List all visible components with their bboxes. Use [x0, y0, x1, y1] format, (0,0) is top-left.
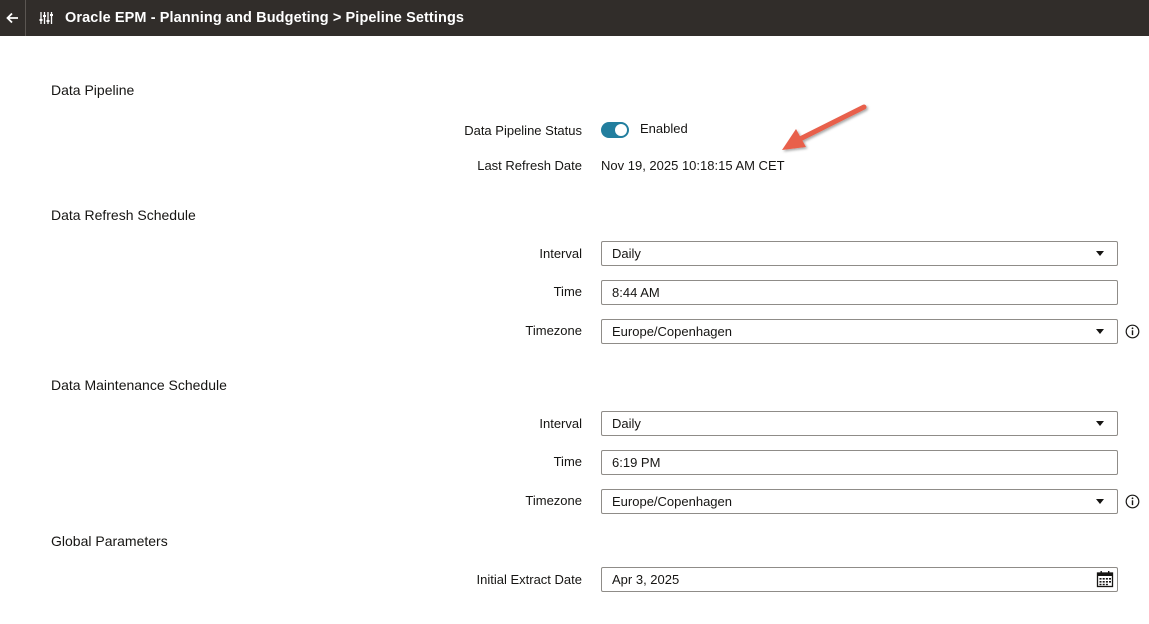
refresh-time-value: 8:44 AM: [612, 285, 660, 300]
top-bar: Oracle EPM - Planning and Budgeting > Pi…: [0, 0, 1149, 36]
pipeline-status-toggle[interactable]: [601, 122, 629, 138]
section-title-maintenance-schedule: Data Maintenance Schedule: [51, 377, 227, 393]
section-title-global-parameters: Global Parameters: [51, 533, 168, 549]
initial-extract-date-value: Apr 3, 2025: [612, 572, 680, 587]
back-button[interactable]: [0, 0, 26, 36]
refresh-timezone-value: Europe/Copenhagen: [612, 324, 732, 339]
refresh-timezone-label: Timezone: [525, 323, 582, 338]
toggle-knob: [615, 124, 627, 136]
maintenance-timezone-value: Europe/Copenhagen: [612, 494, 732, 509]
chevron-down-icon: [1096, 499, 1104, 504]
maintenance-time-input[interactable]: 6:19 PM: [601, 450, 1118, 475]
refresh-interval-label: Interval: [539, 246, 582, 261]
page-title: Oracle EPM - Planning and Budgeting > Pi…: [65, 10, 465, 26]
maintenance-interval-value: Daily: [612, 416, 641, 431]
pipeline-status-value: Enabled: [640, 121, 688, 136]
initial-extract-date-label: Initial Extract Date: [476, 572, 583, 587]
section-title-refresh-schedule: Data Refresh Schedule: [51, 207, 196, 223]
initial-extract-date-input[interactable]: Apr 3, 2025: [601, 567, 1118, 592]
sliders-icon: [39, 12, 53, 24]
chevron-down-icon: [1096, 421, 1104, 426]
info-icon[interactable]: [1125, 324, 1140, 339]
info-icon[interactable]: [1125, 494, 1140, 509]
maintenance-interval-label: Interval: [539, 416, 582, 431]
refresh-timezone-select[interactable]: Europe/Copenhagen: [601, 319, 1118, 344]
annotation-arrow-icon: [782, 104, 867, 150]
refresh-interval-select[interactable]: Daily: [601, 241, 1118, 266]
refresh-time-label: Time: [553, 284, 582, 299]
chevron-down-icon: [1096, 251, 1104, 256]
maintenance-interval-select[interactable]: Daily: [601, 411, 1118, 436]
refresh-time-input[interactable]: 8:44 AM: [601, 280, 1118, 305]
maintenance-time-label: Time: [553, 454, 582, 469]
last-refresh-label: Last Refresh Date: [477, 158, 582, 173]
last-refresh-value: Nov 19, 2025 10:18:15 AM CET: [601, 158, 785, 173]
maintenance-time-value: 6:19 PM: [612, 455, 661, 470]
pipeline-status-label: Data Pipeline Status: [464, 123, 582, 138]
chevron-down-icon: [1096, 329, 1104, 334]
back-arrow-icon: [6, 12, 18, 24]
refresh-interval-value: Daily: [612, 246, 641, 261]
maintenance-timezone-select[interactable]: Europe/Copenhagen: [601, 489, 1118, 514]
section-title-data-pipeline: Data Pipeline: [51, 82, 135, 98]
maintenance-timezone-label: Timezone: [525, 493, 582, 508]
calendar-icon[interactable]: [1096, 570, 1114, 588]
